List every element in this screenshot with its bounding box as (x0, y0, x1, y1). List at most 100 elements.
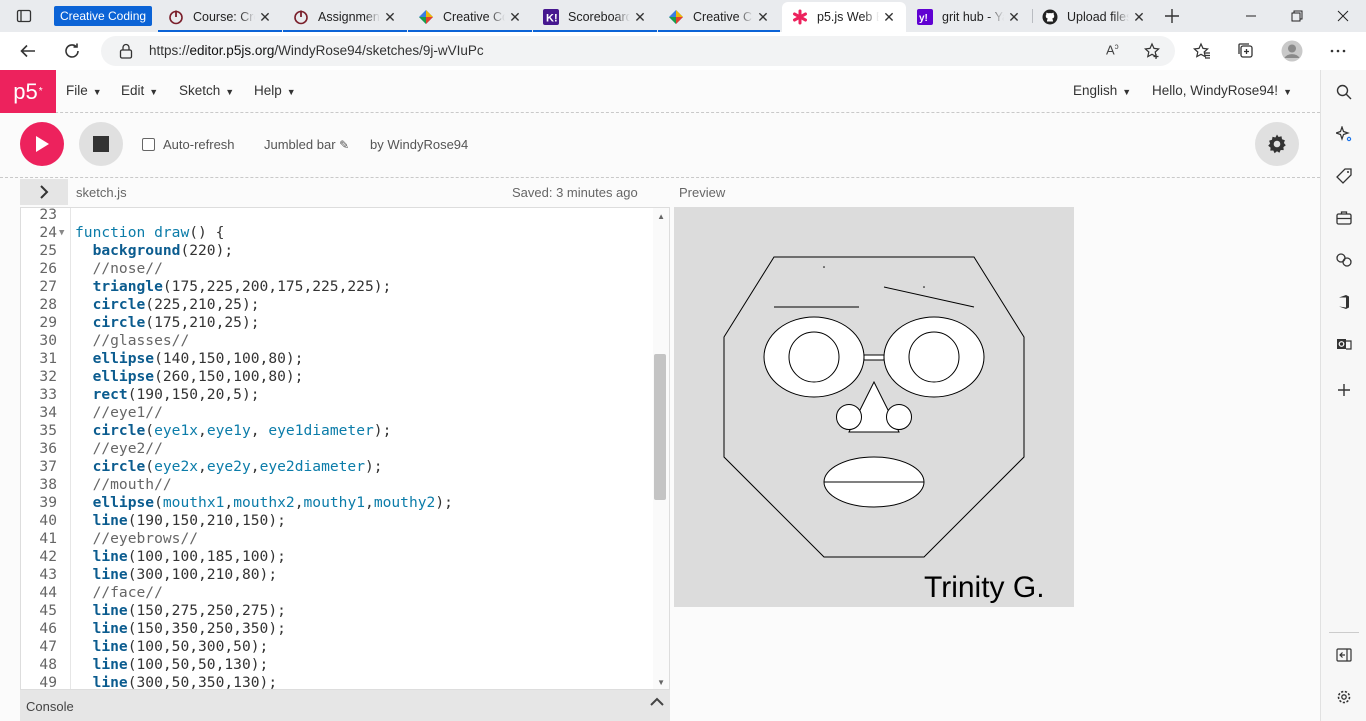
favorites-button[interactable] (1186, 35, 1218, 67)
tab-group-chip[interactable]: Creative Coding (54, 6, 153, 26)
sidebar-outlook-button[interactable] (1330, 330, 1358, 358)
minimize-button[interactable] (1228, 0, 1274, 32)
tab-assignment[interactable]: Assignment ✕ (283, 2, 407, 32)
language-menu[interactable]: English ▼ (1073, 83, 1131, 98)
code-line[interactable]: 46 line(150,350,250,350); (21, 620, 653, 638)
play-button[interactable] (20, 122, 64, 166)
code-line[interactable]: 48 line(100,50,50,130); (21, 656, 653, 674)
code-line[interactable]: 32 ellipse(260,150,100,80); (21, 368, 653, 386)
close-tab-icon[interactable]: ✕ (753, 7, 773, 27)
code-line[interactable]: 40 line(190,150,210,150); (21, 512, 653, 530)
line-number: 31 (39, 350, 57, 367)
code-line[interactable]: 34 //eye1// (21, 404, 653, 422)
tab-creative-coding-1[interactable]: Creative Coding ✕ (408, 2, 532, 32)
new-tab-button[interactable] (1156, 4, 1188, 28)
menu-sketch[interactable]: Sketch ▼ (179, 83, 234, 98)
close-tab-icon[interactable]: ✕ (1004, 7, 1024, 27)
address-bar[interactable]: https://editor.p5js.org/WindyRose94/sket… (101, 36, 1175, 66)
editor-scrollbar[interactable]: ▲ ▼ (653, 208, 669, 689)
back-button[interactable] (12, 35, 44, 67)
sidebar-search-button[interactable] (1330, 78, 1358, 106)
user-menu[interactable]: Hello, WindyRose94! ▼ (1152, 83, 1292, 98)
refresh-button[interactable] (56, 35, 88, 67)
close-tab-icon[interactable]: ✕ (380, 7, 400, 27)
tab-scoreboard[interactable]: K! Scoreboard ✕ (533, 2, 657, 32)
add-favorite-icon[interactable] (1143, 42, 1161, 60)
line-number: 41 (39, 530, 57, 547)
code-line[interactable]: 24 ▼ function draw() { (21, 224, 653, 242)
console-bar[interactable]: Console (20, 690, 670, 721)
code-line[interactable]: 49 line(300,50,350,130); (21, 674, 653, 689)
restore-button[interactable] (1274, 0, 1320, 32)
sidebar-tools-button[interactable] (1330, 204, 1358, 232)
code-editor[interactable]: 23 24 ▼ function draw() {25 background(220)… (20, 207, 670, 690)
tab-course[interactable]: Course: Creative Coding ✕ (158, 2, 282, 32)
fold-arrow-icon[interactable]: ▼ (59, 224, 64, 242)
line-number: 28 (39, 296, 57, 313)
tab-creative-coding-2[interactable]: Creative Coding ✕ (658, 2, 780, 32)
code-line[interactable]: 23 (21, 208, 653, 224)
favorites-icon (1193, 42, 1210, 59)
code-line[interactable]: 33 rect(190,150,20,5); (21, 386, 653, 404)
code-line[interactable]: 26 //nose// (21, 260, 653, 278)
menu-file[interactable]: File ▼ (66, 83, 102, 98)
stop-button[interactable] (79, 122, 123, 166)
sidebar-shopping-button[interactable] (1330, 162, 1358, 190)
code-line[interactable]: 44 //face// (21, 584, 653, 602)
settings-button[interactable] (1255, 122, 1299, 166)
close-tab-icon[interactable]: ✕ (1129, 7, 1149, 27)
close-window-button[interactable] (1320, 0, 1366, 32)
tab-actions-menu-button[interactable] (8, 4, 40, 28)
profile-button[interactable] (1276, 35, 1308, 67)
scroll-down-arrow-icon[interactable]: ▼ (657, 678, 665, 687)
close-tab-icon[interactable]: ✕ (630, 7, 650, 27)
chevron-up-icon[interactable] (650, 697, 664, 707)
sidebar-discover-button[interactable] (1330, 120, 1358, 148)
tab-upload-files[interactable]: Upload files ✕ (1032, 2, 1156, 32)
more-menu-button[interactable] (1322, 35, 1354, 67)
sidebar-office-button[interactable] (1330, 288, 1358, 316)
read-aloud-icon[interactable]: Aↄ (1106, 42, 1119, 57)
close-tab-icon[interactable]: ✕ (505, 7, 525, 27)
line-number: 29 (39, 314, 57, 331)
menu-edit[interactable]: Edit ▼ (121, 83, 158, 98)
code-line[interactable]: 45 line(150,275,250,275); (21, 602, 653, 620)
code-line[interactable]: 36 //eye2// (21, 440, 653, 458)
code-line[interactable]: 31 ellipse(140,150,100,80); (21, 350, 653, 368)
auto-refresh-checkbox[interactable] (142, 138, 155, 151)
collections-button[interactable] (1230, 35, 1262, 67)
code-text: triangle(175,225,200,175,225,225); (92, 278, 392, 295)
code-line[interactable]: 29 circle(175,210,25); (21, 314, 653, 332)
code-line[interactable]: 41 //eyebrows// (21, 530, 653, 548)
code-line[interactable]: 25 background(220); (21, 242, 653, 260)
line-number: 44 (39, 584, 57, 601)
code-line[interactable]: 35 circle(eye1x,eye1y, eye1diameter); (21, 422, 653, 440)
sidebar-games-button[interactable] (1330, 246, 1358, 274)
tab-yahoo[interactable]: y! grit hub - Yahoo ✕ (907, 2, 1031, 32)
expand-sidebar-button[interactable] (20, 179, 68, 205)
sketch-preview-canvas[interactable]: Trinity G. (674, 207, 1074, 607)
pencil-icon[interactable]: ✎ (339, 138, 349, 152)
code-line[interactable]: 38 //mouth// (21, 476, 653, 494)
sidebar-divider (1329, 632, 1359, 633)
code-line[interactable]: 30 //glasses// (21, 332, 653, 350)
code-line[interactable]: 28 circle(225,210,25); (21, 296, 653, 314)
close-tab-icon[interactable]: ✕ (255, 7, 275, 27)
code-line[interactable]: 27 triangle(175,225,200,175,225,225); (21, 278, 653, 296)
code-line[interactable]: 43 line(300,100,210,80); (21, 566, 653, 584)
scroll-up-arrow-icon[interactable]: ▲ (657, 212, 665, 221)
scroll-thumb[interactable] (654, 354, 666, 500)
sidebar-add-button[interactable] (1330, 376, 1358, 404)
p5-logo[interactable]: p5 * (0, 70, 56, 113)
sketch-name[interactable]: Jumbled bar ✎ (264, 137, 349, 152)
close-tab-icon[interactable]: ✕ (879, 7, 899, 27)
code-line[interactable]: 39 ellipse(mouthx1,mouthx2,mouthy1,mouth… (21, 494, 653, 512)
code-line[interactable]: 47 line(100,50,300,50); (21, 638, 653, 656)
tab-p5js-editor[interactable]: p5.js Web Editor ✕ (782, 2, 906, 32)
sidebar-settings-button[interactable] (1330, 683, 1358, 711)
code-line[interactable]: 42 line(100,100,185,100); (21, 548, 653, 566)
sidebar-hide-button[interactable] (1330, 641, 1358, 669)
code-text: circle(eye2x,eye2y,eye2diameter); (92, 458, 383, 475)
code-line[interactable]: 37 circle(eye2x,eye2y,eye2diameter); (21, 458, 653, 476)
menu-help[interactable]: Help ▼ (254, 83, 296, 98)
